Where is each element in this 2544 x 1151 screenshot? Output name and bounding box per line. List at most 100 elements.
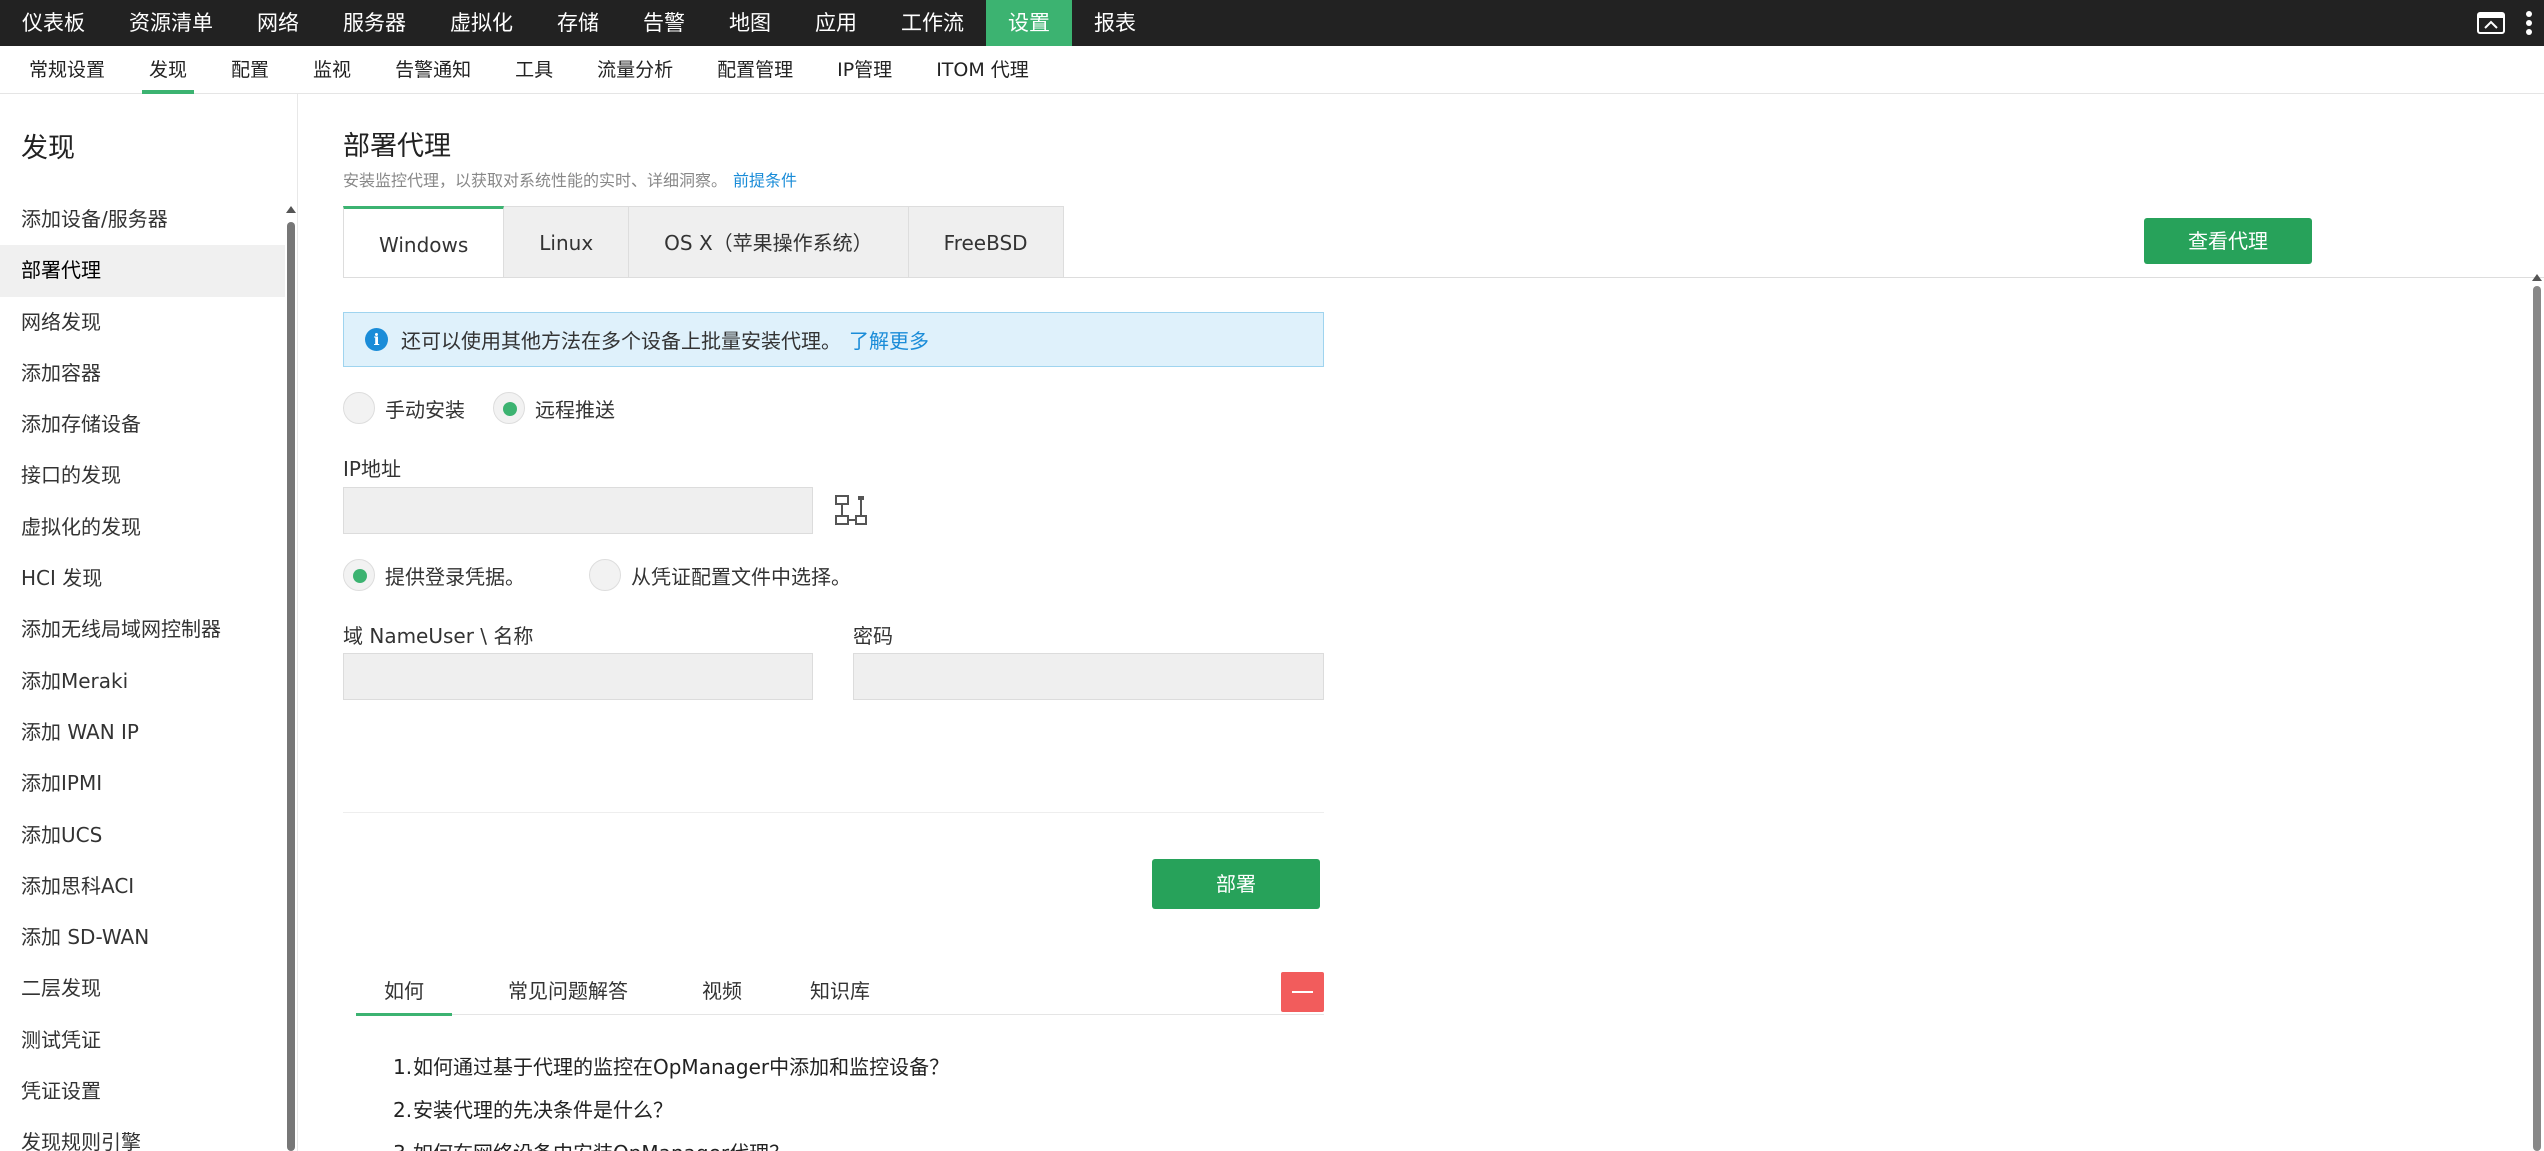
- topnav-inventory[interactable]: 资源清单: [107, 0, 235, 46]
- ip-address-input[interactable]: [343, 487, 813, 534]
- sidebar-item-test-credentials[interactable]: 测试凭证: [0, 1015, 285, 1066]
- main-scrollbar[interactable]: [2532, 274, 2542, 1151]
- topnav-alarms[interactable]: 告警: [621, 0, 707, 46]
- scroll-up-icon[interactable]: [2532, 274, 2542, 281]
- sidebar-item-network-discovery[interactable]: 网络发现: [0, 297, 285, 348]
- sidebar-list: 添加设备/服务器 部署代理 网络发现 添加容器 添加存储设备 接口的发现 虚拟化…: [0, 194, 285, 1151]
- page-subtitle-text: 安装监控代理，以获取对系统性能的实时、详细洞察。: [343, 171, 728, 190]
- subnav-tools[interactable]: 工具: [493, 46, 575, 94]
- page-title: 部署代理: [343, 131, 451, 162]
- sidebar-item-add-meraki[interactable]: 添加Meraki: [0, 656, 285, 707]
- sidebar: 发现 添加设备/服务器 部署代理 网络发现 添加容器 添加存储设备 接口的发现 …: [0, 94, 298, 1151]
- subnav-itom-agent[interactable]: ITOM 代理: [914, 46, 1051, 94]
- sidebar-item-deploy-agent[interactable]: 部署代理: [0, 245, 285, 297]
- topnav-settings[interactable]: 设置: [986, 0, 1072, 46]
- topnav-virtualization[interactable]: 虚拟化: [428, 0, 535, 46]
- subnav-ip-mgmt[interactable]: IP管理: [815, 46, 914, 94]
- help-item[interactable]: 3.如何在网络设备中安装OpManager代理？: [393, 1132, 949, 1151]
- topnav-servers[interactable]: 服务器: [321, 0, 428, 46]
- sidebar-item-hci-discovery[interactable]: HCI 发现: [0, 553, 285, 604]
- view-agents-button[interactable]: 查看代理: [2144, 218, 2312, 264]
- topnav-reports[interactable]: 报表: [1072, 0, 1158, 46]
- tab-windows[interactable]: Windows: [343, 206, 505, 278]
- topnav-workflow[interactable]: 工作流: [879, 0, 986, 46]
- learn-more-link[interactable]: 了解更多: [849, 325, 929, 354]
- deploy-button[interactable]: 部署: [1152, 859, 1320, 909]
- sidebar-item-add-device[interactable]: 添加设备/服务器: [0, 194, 285, 245]
- help-item-link[interactable]: 安装代理的先决条件是什么？: [413, 1098, 673, 1122]
- tab-freebsd[interactable]: FreeBSD: [908, 206, 1064, 278]
- credential-mode-group: 提供登录凭据。 从凭证配置文件中选择。: [343, 559, 851, 591]
- subnav-config-mgmt[interactable]: 配置管理: [695, 46, 815, 94]
- help-item-link[interactable]: 如何通过基于代理的监控在OpManager中添加和监控设备？: [413, 1055, 949, 1079]
- sidebar-item-add-sd-wan[interactable]: 添加 SD-WAN: [0, 912, 285, 963]
- remote-push-radio[interactable]: [493, 392, 525, 424]
- help-item-link[interactable]: 如何在网络设备中安装OpManager代理？: [413, 1141, 789, 1151]
- help-tab-howto[interactable]: 如何: [356, 968, 452, 1016]
- help-item[interactable]: 2.安装代理的先决条件是什么？: [393, 1089, 949, 1132]
- main-scroll-thumb[interactable]: [2533, 286, 2541, 1151]
- subnav-monitoring[interactable]: 监视: [291, 46, 373, 94]
- info-banner: i 还可以使用其他方法在多个设备上批量安装代理。 了解更多: [343, 312, 1324, 367]
- topnav-dashboard[interactable]: 仪表板: [0, 0, 107, 46]
- sidebar-item-layer2-discovery[interactable]: 二层发现: [0, 963, 285, 1014]
- sidebar-item-add-container[interactable]: 添加容器: [0, 348, 285, 399]
- collapse-help-button[interactable]: [1281, 972, 1324, 1012]
- sidebar-item-virtualization-discovery[interactable]: 虚拟化的发现: [0, 502, 285, 553]
- remote-push-label: 远程推送: [535, 397, 615, 422]
- form-divider: [343, 812, 1324, 813]
- subnav-general-settings[interactable]: 常规设置: [7, 46, 127, 94]
- domain-user-input[interactable]: [343, 653, 813, 700]
- password-label: 密码: [853, 624, 893, 648]
- subnav-flow-analysis[interactable]: 流量分析: [575, 46, 695, 94]
- tab-linux[interactable]: Linux: [504, 206, 630, 278]
- sidebar-title: 发现: [21, 133, 75, 164]
- domain-user-label: 域 NameUser \ 名称: [343, 624, 534, 648]
- scroll-up-icon[interactable]: [286, 206, 296, 213]
- password-input[interactable]: [853, 653, 1324, 700]
- manual-install-label: 手动安装: [385, 397, 465, 422]
- help-tabs: 如何 常见问题解答 视频 知识库: [356, 968, 1324, 1016]
- sidebar-scroll-thumb[interactable]: [287, 222, 295, 1151]
- screen-icon[interactable]: [2468, 0, 2514, 46]
- topnav-storage[interactable]: 存储: [535, 0, 621, 46]
- sidebar-item-discovery-rule-engine[interactable]: 发现规则引擎: [0, 1117, 285, 1151]
- main-content: 部署代理 安装监控代理，以获取对系统性能的实时、详细洞察。 前提条件 Window…: [298, 94, 2544, 1151]
- subnav-discovery[interactable]: 发现: [127, 46, 209, 94]
- topnav-maps[interactable]: 地图: [707, 0, 793, 46]
- sidebar-scrollbar[interactable]: [286, 206, 296, 1151]
- help-tab-kb[interactable]: 知识库: [782, 968, 898, 1015]
- network-browse-icon[interactable]: [834, 494, 868, 530]
- prerequisites-link[interactable]: 前提条件: [733, 171, 797, 190]
- top-nav: 仪表板 资源清单 网络 服务器 虚拟化 存储 告警 地图 应用 工作流 设置 报…: [0, 0, 2544, 46]
- help-tab-faq[interactable]: 常见问题解答: [480, 968, 656, 1015]
- help-tab-videos[interactable]: 视频: [674, 968, 770, 1015]
- sidebar-item-interface-discovery[interactable]: 接口的发现: [0, 450, 285, 501]
- subnav-notifications[interactable]: 告警通知: [373, 46, 493, 94]
- help-list: 1.如何通过基于代理的监控在OpManager中添加和监控设备？ 2.安装代理的…: [393, 1046, 949, 1151]
- help-item[interactable]: 1.如何通过基于代理的监控在OpManager中添加和监控设备？: [393, 1046, 949, 1089]
- sidebar-item-add-ucs[interactable]: 添加UCS: [0, 810, 285, 861]
- info-text: 还可以使用其他方法在多个设备上批量安装代理。: [401, 329, 841, 353]
- sidebar-item-add-wlc[interactable]: 添加无线局域网控制器: [0, 604, 285, 655]
- install-mode-group: 手动安装 远程推送: [343, 392, 615, 424]
- ip-address-label: IP地址: [343, 457, 401, 481]
- provide-credentials-label: 提供登录凭据。: [385, 564, 525, 589]
- sidebar-item-add-cisco-aci[interactable]: 添加思科ACI: [0, 861, 285, 912]
- manual-install-radio[interactable]: [343, 392, 375, 424]
- topnav-apps[interactable]: 应用: [793, 0, 879, 46]
- subnav-configuration[interactable]: 配置: [209, 46, 291, 94]
- provide-credentials-radio[interactable]: [343, 559, 375, 591]
- more-menu-icon[interactable]: [2514, 0, 2544, 46]
- os-tabs: Windows Linux OS X（苹果操作系统） FreeBSD: [343, 206, 1064, 278]
- topnav-network[interactable]: 网络: [235, 0, 321, 46]
- page-subtitle: 安装监控代理，以获取对系统性能的实时、详细洞察。 前提条件: [343, 167, 797, 191]
- credential-profile-radio[interactable]: [589, 559, 621, 591]
- sidebar-item-add-storage[interactable]: 添加存储设备: [0, 399, 285, 450]
- info-icon: i: [365, 328, 388, 351]
- sidebar-item-add-ipmi[interactable]: 添加IPMI: [0, 758, 285, 809]
- sidebar-item-add-wan-ip[interactable]: 添加 WAN IP: [0, 707, 285, 758]
- credential-profile-label: 从凭证配置文件中选择。: [631, 564, 851, 589]
- sidebar-item-credential-settings[interactable]: 凭证设置: [0, 1066, 285, 1117]
- tab-osx[interactable]: OS X（苹果操作系统）: [629, 206, 909, 278]
